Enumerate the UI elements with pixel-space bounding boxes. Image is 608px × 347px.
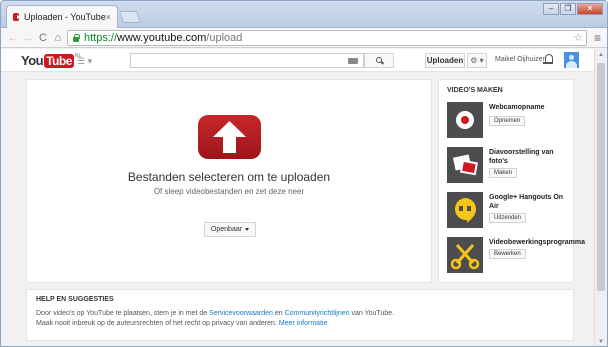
scroll-down-icon[interactable]: ▼ <box>595 336 607 346</box>
privacy-value: Openbaar <box>210 226 243 233</box>
help-text: Maak nooit inbreuk op de auteursrechten … <box>36 320 279 327</box>
new-tab-button[interactable] <box>118 11 142 23</box>
help-panel: HELP EN SUGGESTIES Door video's op YouTu… <box>26 289 574 341</box>
page-viewport: You Tube NL ☰ ▾ Uploaden ⚙ ▾ Maikel Oijh… <box>1 49 595 346</box>
search-input[interactable] <box>130 53 364 68</box>
help-text: Door video's op YouTube te plaatsen, ste… <box>36 310 210 317</box>
bookmark-star-icon[interactable]: ☆ <box>573 31 583 44</box>
keyboard-icon[interactable] <box>348 58 358 64</box>
tool-name: Google+ Hangouts On Air <box>489 194 564 210</box>
tool-editor: Videobewerkingsprogramma Bewerken <box>447 237 585 275</box>
tool-name: Diavoorstelling van foto's <box>489 149 554 165</box>
help-text: van YouTube. <box>349 310 395 317</box>
lock-icon <box>72 34 80 42</box>
back-arrow-icon[interactable]: ← <box>7 32 19 44</box>
tab-strip: Uploaden - YouTube × ‒ ❐ ✕ <box>1 1 607 28</box>
upload-arrow-icon[interactable] <box>198 115 261 159</box>
record-button[interactable]: Opnemen <box>489 116 526 126</box>
broadcast-button[interactable]: Uitzenden <box>489 213 527 223</box>
tool-name: Videobewerkingsprogramma <box>489 239 585 246</box>
close-window-button[interactable]: ✕ <box>577 3 603 15</box>
username[interactable]: Maikel Oijhuizen <box>495 56 546 63</box>
youtube-favicon-icon <box>13 13 21 21</box>
edit-button[interactable]: Bewerken <box>489 249 526 259</box>
create-videos-heading: VIDEO'S MAKEN <box>447 87 503 94</box>
address-bar[interactable]: https:// www.youtube.com /upload ☆ <box>67 30 587 46</box>
upload-button[interactable]: Uploaden <box>425 53 465 68</box>
window-controls: ‒ ❐ ✕ <box>543 3 603 15</box>
settings-gear-icon[interactable]: ⚙ ▾ <box>467 53 487 68</box>
tab-title: Uploaden - YouTube <box>24 12 106 22</box>
tool-hangouts: Google+ Hangouts On Air Uitzenden <box>447 192 572 230</box>
url-scheme: https:// <box>84 32 118 44</box>
forward-arrow-icon[interactable]: → <box>22 32 34 44</box>
home-icon[interactable]: ⌂ <box>52 32 64 44</box>
more-info-link[interactable]: Meer informatie <box>279 320 328 327</box>
privacy-dropdown[interactable]: Openbaar <box>204 222 256 237</box>
chevron-down-icon <box>245 228 250 231</box>
upload-subtitle: Of sleep videobestanden en zet deze neer <box>153 187 305 196</box>
youtube-masthead: You Tube NL ☰ ▾ Uploaden ⚙ ▾ Maikel Oijh… <box>1 49 595 72</box>
youtube-logo[interactable]: You Tube NL <box>21 53 81 68</box>
guide-icon[interactable]: ☰ ▾ <box>77 56 92 67</box>
tool-name: Webcamopname <box>489 104 545 111</box>
browser-window: Uploaden - YouTube × ‒ ❐ ✕ ← → C ⌂ https… <box>0 0 608 347</box>
community-guidelines-link[interactable]: Communityrichtlijnen <box>285 310 350 317</box>
terms-of-service-link[interactable]: Servicevoorwaarden <box>209 310 273 317</box>
create-slideshow-button[interactable]: Maken <box>489 168 518 178</box>
logo-tube: Tube <box>44 53 74 68</box>
scroll-thumb[interactable] <box>597 63 605 291</box>
minimize-button[interactable]: ‒ <box>543 3 559 15</box>
maximize-button[interactable]: ❐ <box>560 3 576 15</box>
avatar[interactable] <box>564 52 579 68</box>
upload-dropzone[interactable]: Bestanden selecteren om te uploaden Of s… <box>26 79 432 283</box>
chrome-menu-icon[interactable]: ≡ <box>594 31 601 45</box>
search-icon <box>376 57 382 63</box>
upload-title: Bestanden selecteren om te uploaden <box>127 170 331 184</box>
url-host: www.youtube.com <box>117 32 207 44</box>
browser-toolbar: ← → C ⌂ https:// www.youtube.com /upload… <box>1 28 607 48</box>
help-terms-line: Door video's op YouTube te plaatsen, ste… <box>36 310 394 317</box>
scissors-icon[interactable] <box>447 237 483 273</box>
reload-icon[interactable]: C <box>37 32 49 44</box>
tool-webcam: Webcamopname Opnemen <box>447 102 572 140</box>
tab-uploaden[interactable]: Uploaden - YouTube × <box>6 5 118 28</box>
bell-icon[interactable] <box>543 54 553 65</box>
vertical-scrollbar[interactable]: ▲ ▼ <box>594 49 607 346</box>
url-path: /upload <box>206 32 243 44</box>
record-icon[interactable] <box>447 102 483 138</box>
help-text: en <box>272 310 285 317</box>
help-copyright-line: Maak nooit inbreuk op de auteursrechten … <box>36 320 327 327</box>
slideshow-icon[interactable] <box>447 147 483 183</box>
logo-you: You <box>21 53 44 68</box>
tool-slideshow: Diavoorstelling van foto's Maken <box>447 147 572 185</box>
scroll-up-icon[interactable]: ▲ <box>595 49 607 61</box>
search-button[interactable] <box>364 53 394 68</box>
create-videos-panel: VIDEO'S MAKEN Webcamopname Opnemen Diavo… <box>438 79 585 283</box>
tab-close-icon[interactable]: × <box>106 12 111 22</box>
help-heading: HELP EN SUGGESTIES <box>36 296 114 303</box>
hangouts-icon[interactable] <box>447 192 483 228</box>
